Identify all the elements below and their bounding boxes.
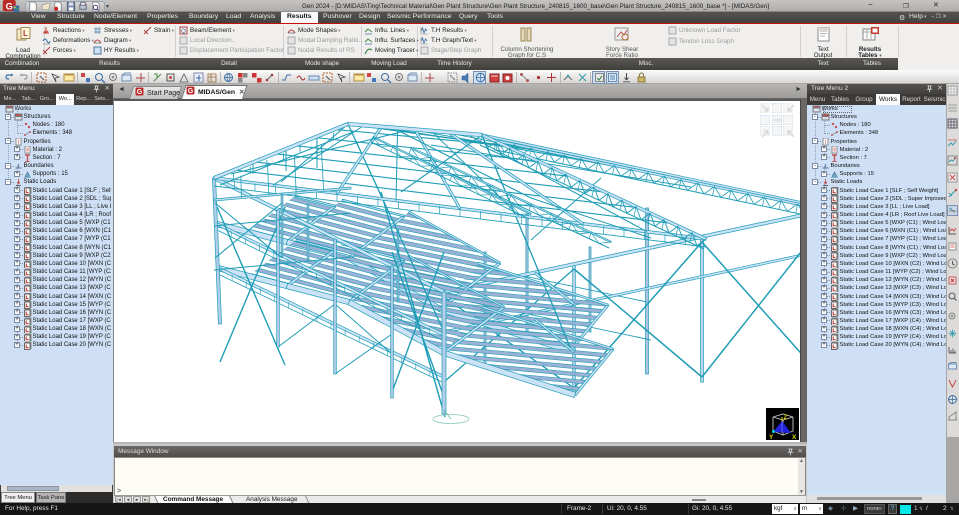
svg-text:Q: Q — [181, 29, 186, 35]
svg-text:G: G — [188, 88, 194, 95]
svg-text:Y: Y — [769, 434, 774, 440]
svg-text:G: G — [6, 2, 13, 12]
svg-text:G: G — [137, 89, 143, 96]
svg-text:L: L — [23, 29, 28, 38]
svg-text:X: X — [792, 434, 797, 440]
svg-text:Z: Z — [784, 414, 788, 421]
